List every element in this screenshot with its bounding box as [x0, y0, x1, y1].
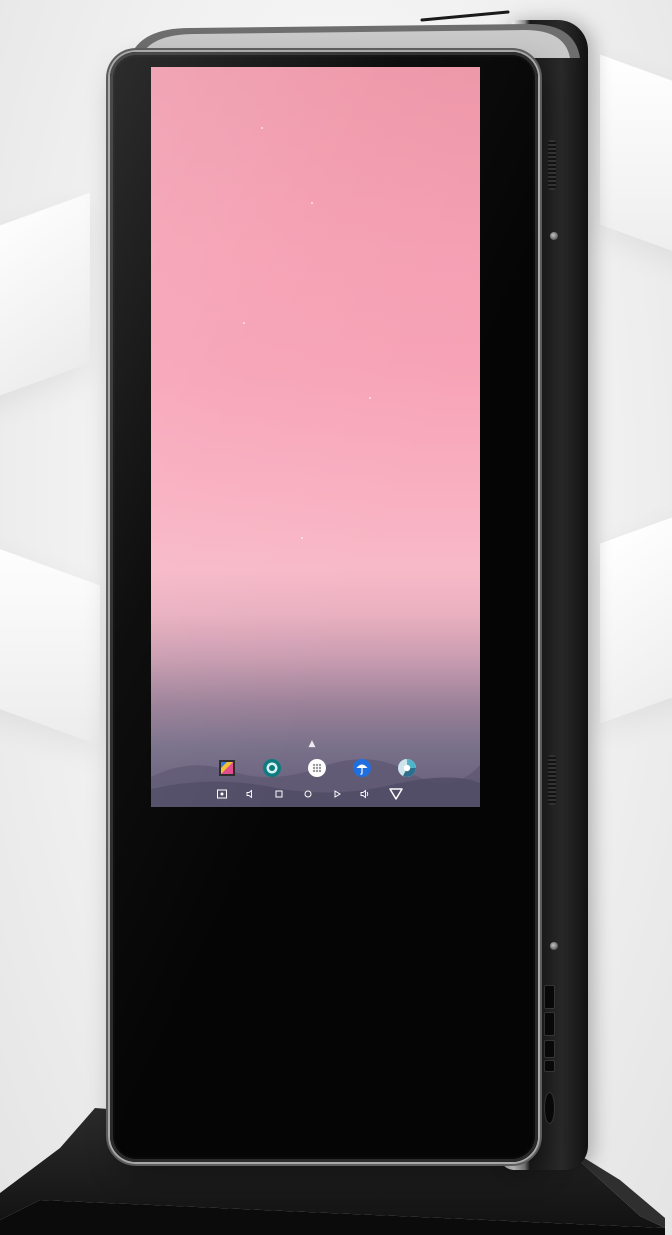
photos-app-icon[interactable]	[217, 758, 237, 778]
square-icon[interactable]	[272, 787, 286, 801]
sky-star	[261, 127, 263, 129]
screen: ▲	[151, 67, 480, 807]
display-bezel: ▲	[110, 52, 538, 1162]
side-port	[544, 1060, 555, 1072]
side-port	[544, 1012, 555, 1036]
sky-star	[301, 537, 303, 539]
navigation-bar	[215, 785, 405, 803]
volume-down-icon[interactable]	[244, 787, 258, 801]
side-port	[544, 985, 555, 1009]
side-vent	[548, 140, 556, 190]
sky-star	[311, 202, 313, 204]
camera-app-icon[interactable]	[262, 758, 282, 778]
side-vent	[548, 755, 556, 805]
background-shape	[600, 496, 672, 724]
back-triangle-icon[interactable]	[387, 786, 405, 802]
volume-up-icon[interactable]	[358, 787, 372, 801]
circle-icon[interactable]	[301, 787, 315, 801]
app-drawer-handle-icon[interactable]: ▲	[306, 739, 318, 749]
side-screw	[550, 232, 558, 240]
side-port	[544, 1092, 555, 1124]
side-port	[544, 1040, 555, 1058]
sky-star	[243, 322, 245, 324]
screenshot-icon[interactable]	[215, 787, 229, 801]
background-shape	[0, 534, 100, 746]
sky-star	[369, 397, 371, 399]
play-icon[interactable]	[330, 787, 344, 801]
background-shape	[0, 192, 90, 418]
browser-app-icon[interactable]	[397, 758, 417, 778]
weather-app-icon[interactable]	[352, 758, 372, 778]
app-drawer-icon[interactable]	[307, 758, 327, 778]
app-dock	[217, 755, 417, 781]
background-shape	[600, 54, 672, 276]
product-photo: ▲	[0, 0, 672, 1235]
side-screw	[550, 942, 558, 950]
